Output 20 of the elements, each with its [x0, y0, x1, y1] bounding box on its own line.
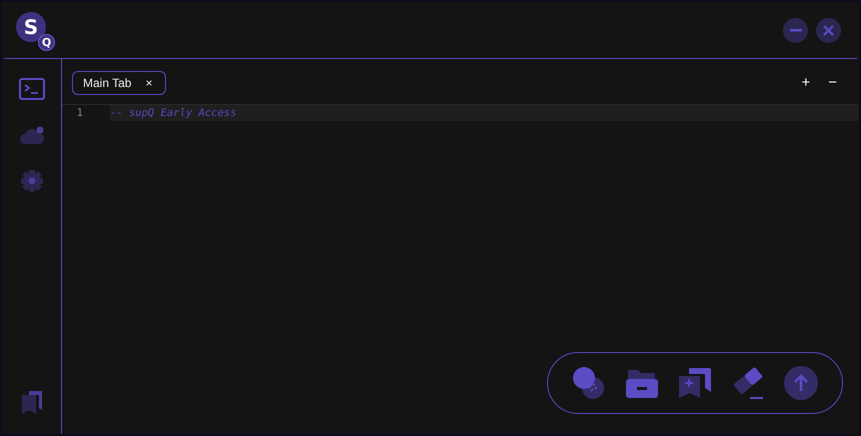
minimize-button[interactable]: [783, 18, 808, 42]
toolbar-button[interactable]: [570, 365, 607, 401]
bookmark-add-icon: [676, 366, 713, 400]
terminal-icon: [18, 78, 44, 100]
tab-close-button[interactable]: ×: [145, 76, 152, 90]
planet-icon: [572, 366, 606, 400]
add-tab-button[interactable]: +: [801, 74, 810, 91]
cloud-icon: [18, 124, 44, 146]
line-number: 1: [76, 107, 84, 119]
close-icon: [823, 24, 834, 36]
toolbar-button[interactable]: [783, 365, 820, 401]
toolbar-button[interactable]: [676, 365, 713, 401]
minus-icon: [790, 28, 802, 32]
remove-tab-button[interactable]: −: [828, 74, 837, 91]
logo-letter: Q: [38, 34, 55, 51]
sidebar-button[interactable]: [16, 75, 46, 103]
upload-icon: [784, 366, 818, 400]
editor-tab[interactable]: Main Tab ×: [72, 70, 166, 94]
gear-icon: [20, 169, 44, 193]
close-button[interactable]: [816, 18, 841, 42]
